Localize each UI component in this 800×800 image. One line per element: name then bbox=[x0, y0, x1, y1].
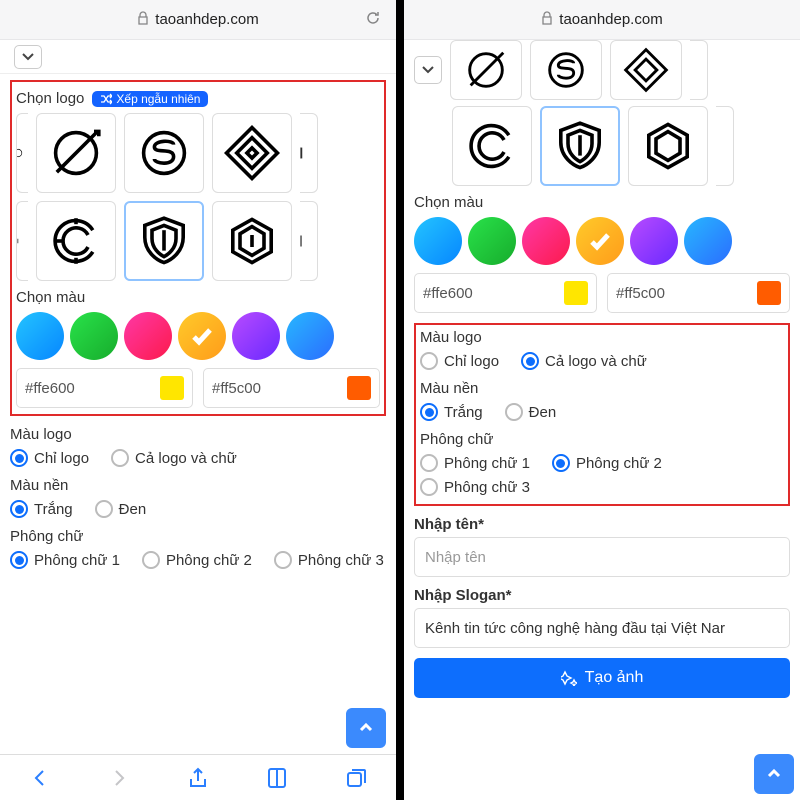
opt-phong1[interactable]: Phông chữ 1 bbox=[420, 454, 530, 472]
back-icon[interactable] bbox=[25, 763, 55, 793]
phongchu-label: Phông chữ bbox=[420, 431, 784, 448]
slogan-value: Kênh tin tức công nghệ hàng đầu tại Việt… bbox=[425, 620, 725, 637]
logo-partial-left[interactable] bbox=[16, 113, 28, 193]
url-bar: taoanhdep.com bbox=[0, 0, 396, 40]
logo-slash-circle[interactable] bbox=[450, 40, 522, 100]
logo-partial[interactable] bbox=[716, 106, 734, 186]
opt-phong2[interactable]: Phông chữ 2 bbox=[552, 454, 662, 472]
logo-diamond-maze[interactable] bbox=[212, 113, 292, 193]
logo-slash-circle[interactable] bbox=[36, 113, 116, 193]
hex-input-1[interactable]: #ffe600 bbox=[16, 368, 193, 408]
create-label: Tạo ảnh bbox=[585, 669, 644, 687]
chonmau-label-left: Chọn màu bbox=[16, 289, 380, 306]
logo-c-maze[interactable] bbox=[452, 106, 532, 186]
opt-den[interactable]: Đen bbox=[505, 403, 557, 421]
opt-phong2[interactable]: Phông chữ 2 bbox=[142, 551, 252, 569]
scroll-top-button[interactable] bbox=[754, 754, 794, 794]
swatch-cyan[interactable] bbox=[414, 217, 462, 265]
slogan-input[interactable]: Kênh tin tức công nghệ hàng đầu tại Việt… bbox=[414, 608, 790, 648]
shuffle-button[interactable]: Xếp ngẫu nhiên bbox=[92, 91, 208, 107]
hex-value-2: #ff5c00 bbox=[212, 380, 261, 397]
swatch-gold-selected[interactable] bbox=[576, 217, 624, 265]
maulogo-label: Màu logo bbox=[420, 329, 784, 346]
create-button[interactable]: Tạo ảnh bbox=[414, 658, 790, 698]
opt-calogo[interactable]: Cả logo và chữ bbox=[111, 449, 237, 467]
logo-partial-right2[interactable] bbox=[300, 201, 318, 281]
chonlogo-label: Chọn logo bbox=[16, 90, 84, 107]
chevron-down-icon[interactable] bbox=[14, 45, 42, 69]
maunen-label: Màu nền bbox=[10, 477, 386, 494]
opt-trang[interactable]: Trắng bbox=[10, 500, 73, 518]
swatch-pink[interactable] bbox=[522, 217, 570, 265]
logo-s-circle[interactable] bbox=[124, 113, 204, 193]
hex-value-1: #ffe600 bbox=[423, 285, 473, 302]
swatch-purple[interactable] bbox=[630, 217, 678, 265]
content-left: Chọn logo Xếp ngẫu nhiên bbox=[0, 74, 396, 754]
phongchu-label: Phông chữ bbox=[10, 528, 386, 545]
swatch-green[interactable] bbox=[468, 217, 516, 265]
highlight-box-left: Chọn logo Xếp ngẫu nhiên bbox=[10, 80, 386, 416]
lock-icon bbox=[137, 11, 149, 29]
hex-chip-2 bbox=[757, 281, 781, 305]
logo-hex-swirl[interactable] bbox=[628, 106, 708, 186]
swatch-blue[interactable] bbox=[684, 217, 732, 265]
url-text: taoanhdep.com bbox=[559, 11, 662, 28]
logo-hex-swirl[interactable] bbox=[212, 201, 292, 281]
maunen-label: Màu nền bbox=[420, 380, 784, 397]
shuffle-label: Xếp ngẫu nhiên bbox=[116, 92, 200, 106]
opt-calogo[interactable]: Cả logo và chữ bbox=[521, 352, 647, 370]
share-icon[interactable] bbox=[183, 763, 213, 793]
chevron-down-icon[interactable] bbox=[414, 56, 442, 84]
lock-icon bbox=[541, 11, 553, 29]
phone-left: taoanhdep.com Chọn logo Xếp ngẫu nhiên bbox=[0, 0, 396, 800]
tabs-icon[interactable] bbox=[341, 763, 371, 793]
hex-value-2: #ff5c00 bbox=[616, 285, 665, 302]
maulogo-label: Màu logo bbox=[10, 426, 386, 443]
opt-chilogo[interactable]: Chỉ logo bbox=[420, 352, 499, 370]
collapse-row[interactable] bbox=[0, 40, 396, 74]
hex-chip-1 bbox=[160, 376, 184, 400]
refresh-icon[interactable] bbox=[364, 9, 382, 31]
logo-s-circle[interactable] bbox=[530, 40, 602, 100]
hex-input-2[interactable]: #ff5c00 bbox=[203, 368, 380, 408]
hex-value-1: #ffe600 bbox=[25, 380, 75, 397]
opt-phong3[interactable]: Phông chữ 3 bbox=[274, 551, 384, 569]
opt-phong1[interactable]: Phông chữ 1 bbox=[10, 551, 120, 569]
opt-trang[interactable]: Trắng bbox=[420, 403, 483, 421]
logo-diamond-maze[interactable] bbox=[610, 40, 682, 100]
swatch-blue[interactable] bbox=[286, 312, 334, 360]
logo-shield-selected[interactable] bbox=[540, 106, 620, 186]
content-right: Chọn màu #ffe600 #ff5c00 Màu logo bbox=[404, 40, 800, 800]
phone-right: taoanhdep.com bbox=[404, 0, 800, 800]
nhapten-placeholder: Nhập tên bbox=[425, 549, 486, 566]
url-bar-right: taoanhdep.com bbox=[404, 0, 800, 40]
scroll-top-button[interactable] bbox=[346, 708, 386, 748]
swatch-gold-selected[interactable] bbox=[178, 312, 226, 360]
highlight-box-right: Màu logo Chỉ logo Cả logo và chữ Màu nền… bbox=[414, 323, 790, 506]
slogan-label: Nhập Slogan* bbox=[414, 587, 790, 604]
swatch-cyan[interactable] bbox=[16, 312, 64, 360]
swatch-pink[interactable] bbox=[124, 312, 172, 360]
hex-chip-2 bbox=[347, 376, 371, 400]
logo-c-maze[interactable] bbox=[36, 201, 116, 281]
swatch-green[interactable] bbox=[70, 312, 118, 360]
logo-shield-selected[interactable] bbox=[124, 201, 204, 281]
bookmarks-icon[interactable] bbox=[262, 763, 292, 793]
forward-icon bbox=[104, 763, 134, 793]
opt-phong3[interactable]: Phông chữ 3 bbox=[420, 478, 530, 496]
logo-partial-left2[interactable] bbox=[16, 201, 28, 281]
opt-chilogo[interactable]: Chỉ logo bbox=[10, 449, 89, 467]
chonmau-label-right: Chọn màu bbox=[414, 194, 790, 211]
logo-partial[interactable] bbox=[690, 40, 708, 100]
hex-input-2[interactable]: #ff5c00 bbox=[607, 273, 790, 313]
nhapten-input[interactable]: Nhập tên bbox=[414, 537, 790, 577]
swatch-purple[interactable] bbox=[232, 312, 280, 360]
logo-partial-right1[interactable] bbox=[300, 113, 318, 193]
nhapten-label: Nhập tên* bbox=[414, 516, 790, 533]
hex-input-1[interactable]: #ffe600 bbox=[414, 273, 597, 313]
hex-chip-1 bbox=[564, 281, 588, 305]
safari-toolbar bbox=[0, 754, 396, 800]
url-text: taoanhdep.com bbox=[155, 11, 258, 28]
opt-den[interactable]: Đen bbox=[95, 500, 147, 518]
